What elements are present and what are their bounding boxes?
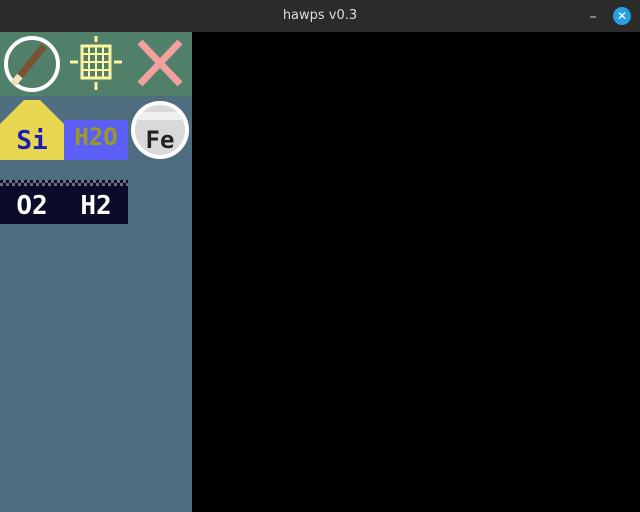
gas-o2-button[interactable]: O2 bbox=[4, 190, 60, 222]
close-button[interactable]: ✕ bbox=[613, 7, 631, 25]
simulation-canvas[interactable] bbox=[192, 32, 640, 512]
element-fe-button[interactable]: Fe bbox=[128, 98, 192, 162]
grid-tool-button[interactable] bbox=[64, 32, 128, 96]
element-si-button[interactable]: Si bbox=[0, 100, 64, 160]
element-h2o-label: H2O bbox=[74, 123, 118, 151]
sidebar: Si H2O Fe O2 H2 bbox=[0, 32, 192, 512]
gas-dither-pattern bbox=[0, 180, 128, 186]
clear-tool-button[interactable] bbox=[128, 32, 192, 96]
element-si-label: Si bbox=[16, 126, 48, 156]
element-fe-label: Fe bbox=[145, 126, 175, 154]
brush-tool-button[interactable] bbox=[0, 32, 64, 96]
gas-h2-button[interactable]: H2 bbox=[68, 190, 124, 222]
title-bar: hawps v0.3 – ✕ bbox=[0, 0, 640, 32]
x-icon bbox=[137, 39, 183, 87]
minimize-button[interactable]: – bbox=[584, 8, 602, 26]
grid-icon bbox=[70, 36, 122, 90]
window-title: hawps v0.3 bbox=[282, 8, 358, 23]
gas-bar: O2 H2 bbox=[0, 180, 128, 224]
element-h2o-button[interactable]: H2O bbox=[64, 120, 128, 160]
brush-icon bbox=[4, 36, 60, 92]
tool-row bbox=[0, 32, 192, 96]
